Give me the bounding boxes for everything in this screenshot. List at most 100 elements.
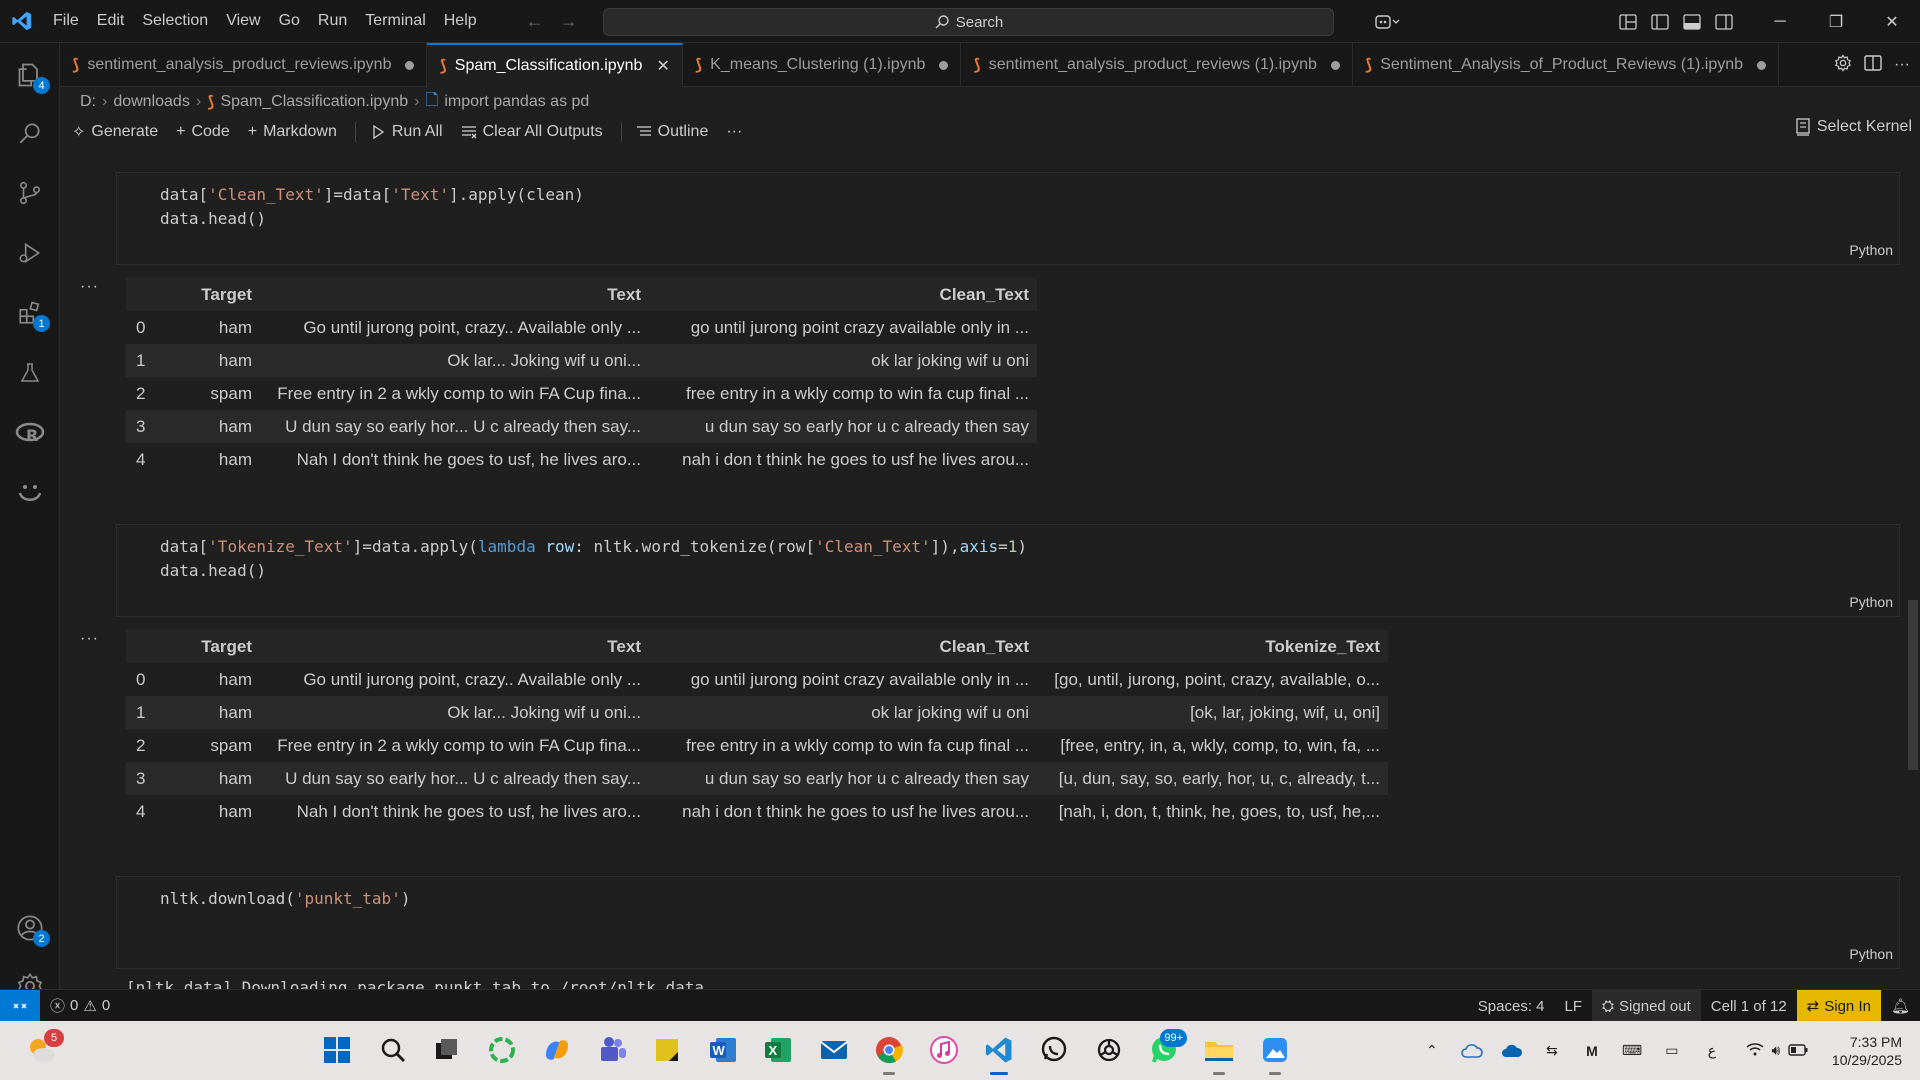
extensions-icon[interactable]: 1 <box>0 288 60 338</box>
taskbar-search-icon[interactable] <box>374 1031 412 1069</box>
toggle-secondary-sidebar-icon[interactable] <box>1708 6 1740 38</box>
vscode-taskbar-icon[interactable] <box>980 1031 1018 1075</box>
code-editor[interactable]: data['Tokenize_Text']=data.apply(lambda … <box>117 525 1899 583</box>
menu-file[interactable]: File <box>44 12 88 30</box>
outline-button[interactable]: Outline <box>636 123 708 141</box>
unsaved-dot-icon[interactable] <box>939 60 949 70</box>
add-code-button[interactable]: + Code <box>176 123 230 141</box>
signed-out-status[interactable]: ⛭ Signed out <box>1592 990 1701 1022</box>
minimize-button[interactable]: ─ <box>1752 0 1808 43</box>
code-editor[interactable]: nltk.download('punkt_tab') <box>117 877 1899 911</box>
task-view-icon[interactable] <box>428 1031 466 1069</box>
search-view-icon[interactable] <box>0 108 60 158</box>
sliders-icon[interactable]: ⇆ <box>1532 1042 1572 1059</box>
add-markdown-button[interactable]: + Markdown <box>248 123 337 141</box>
chatgpt-icon[interactable] <box>1090 1031 1128 1069</box>
customize-layout-icon[interactable] <box>1612 6 1644 38</box>
breadcrumb-file[interactable]: Spam_Classification.ipynb <box>220 93 408 111</box>
whatsapp-desktop-icon[interactable] <box>1035 1031 1073 1069</box>
gmail-icon[interactable]: M <box>1572 1043 1612 1059</box>
menu-go[interactable]: Go <box>270 12 309 30</box>
battery-saver-icon[interactable]: ▭ <box>1652 1042 1692 1059</box>
input-language[interactable]: ع <box>1692 1042 1732 1059</box>
unsaved-dot-icon[interactable] <box>1330 60 1340 70</box>
source-control-icon[interactable] <box>0 168 60 218</box>
excel-icon[interactable]: X <box>759 1031 797 1069</box>
network-volume-battery[interactable]: 🔊︎ <box>1732 1042 1822 1059</box>
testing-flask-icon[interactable] <box>0 348 60 398</box>
settings-gear-icon[interactable] <box>1834 54 1852 76</box>
copilot-chat-icon[interactable] <box>0 468 60 518</box>
copilot-icon[interactable] <box>1362 6 1412 38</box>
chevron-up-icon[interactable]: ⌃ <box>1412 1042 1452 1059</box>
menu-edit[interactable]: Edit <box>88 12 134 30</box>
clear-all-outputs-button[interactable]: Clear All Outputs <box>461 123 603 141</box>
tab-kmeans-clustering[interactable]: ⟆ K_means_Clustering (1).ipynb <box>683 43 962 87</box>
cell-language[interactable]: Python <box>1849 242 1893 258</box>
output-more-icon[interactable]: ··· <box>80 278 99 296</box>
whatsapp-icon[interactable]: 99+ <box>1145 1029 1187 1069</box>
unsaved-dot-icon[interactable] <box>1757 60 1767 70</box>
notifications-bell-icon[interactable]: 🔔︎ <box>1881 990 1920 1022</box>
file-explorer-icon[interactable] <box>1200 1031 1238 1075</box>
explorer-icon[interactable]: 4 <box>0 50 60 100</box>
sign-in-button[interactable]: ⇄ Sign In <box>1796 990 1881 1022</box>
menu-run[interactable]: Run <box>309 12 356 30</box>
generate-button[interactable]: ✧ Generate <box>72 122 158 142</box>
problems-indicator[interactable]: ⓧ 0 ⚠ 0 <box>40 990 120 1022</box>
chrome-icon[interactable] <box>870 1031 908 1075</box>
cell-position-status[interactable]: Cell 1 of 12 <box>1701 990 1797 1022</box>
onedrive-sync-icon[interactable] <box>1452 1043 1492 1059</box>
mail-icon[interactable] <box>815 1031 853 1069</box>
cell-language[interactable]: Python <box>1849 946 1893 962</box>
onedrive-icon[interactable] <box>1492 1043 1532 1059</box>
breadcrumb-cell[interactable]: import pandas as pd <box>444 93 589 111</box>
tab-sentiment-analysis-of-product-reviews[interactable]: ⟆ Sentiment_Analysis_of_Product_Reviews … <box>1353 43 1780 87</box>
forward-arrow-icon[interactable]: → <box>560 11 578 32</box>
keyboard-icon[interactable]: ⌨ <box>1612 1042 1652 1059</box>
tab-spam-classification[interactable]: ⟆ Spam_Classification.ipynb ✕ <box>427 43 683 87</box>
eol-status[interactable]: LF <box>1555 990 1593 1022</box>
close-window-button[interactable]: ✕ <box>1864 0 1920 43</box>
code-cell-2[interactable]: data['Tokenize_Text']=data.apply(lambda … <box>116 524 1900 617</box>
breadcrumb-folder[interactable]: downloads <box>113 93 190 111</box>
itunes-icon[interactable] <box>925 1031 963 1069</box>
more-actions-icon[interactable]: ··· <box>1894 56 1910 74</box>
teams-icon[interactable] <box>594 1031 632 1069</box>
cell-language[interactable]: Python <box>1849 594 1893 610</box>
split-editor-icon[interactable] <box>1864 55 1882 75</box>
unsaved-dot-icon[interactable] <box>405 60 415 70</box>
tab-sentiment-analysis-1[interactable]: ⟆ sentiment_analysis_product_reviews (1)… <box>961 43 1353 87</box>
weather-widget-icon[interactable]: 5 <box>22 1029 64 1069</box>
word-icon[interactable]: W <box>704 1031 742 1069</box>
restore-button[interactable]: ❐ <box>1808 0 1864 43</box>
vertical-scrollbar[interactable] <box>1908 600 1918 770</box>
menu-selection[interactable]: Selection <box>133 12 217 30</box>
menu-terminal[interactable]: Terminal <box>356 12 434 30</box>
breadcrumb-drive[interactable]: D: <box>80 93 96 111</box>
app-green-ring-icon[interactable] <box>483 1031 521 1069</box>
toggle-primary-sidebar-icon[interactable] <box>1644 6 1676 38</box>
start-windows-icon[interactable] <box>318 1031 356 1069</box>
run-debug-icon[interactable] <box>0 228 60 278</box>
select-kernel-button[interactable]: Select Kernel <box>1796 118 1912 136</box>
tab-sentiment-analysis[interactable]: ⟆ sentiment_analysis_product_reviews.ipy… <box>60 43 428 87</box>
menu-view[interactable]: View <box>217 12 269 30</box>
output-more-icon[interactable]: ··· <box>80 630 99 648</box>
clock[interactable]: 7:33 PM 10/29/2025 <box>1822 1033 1920 1069</box>
toggle-panel-icon[interactable] <box>1676 6 1708 38</box>
command-center-search[interactable]: Search <box>603 8 1334 36</box>
r-language-icon[interactable]: R <box>0 408 60 458</box>
indentation-status[interactable]: Spaces: 4 <box>1468 990 1555 1022</box>
run-all-button[interactable]: Run All <box>370 123 443 141</box>
code-cell-1[interactable]: data['Clean_Text']=data['Text'].apply(cl… <box>116 172 1900 265</box>
code-cell-3[interactable]: nltk.download('punkt_tab') Python <box>116 876 1900 969</box>
remote-indicator-icon[interactable] <box>0 989 40 1022</box>
toolbar-more-button[interactable]: ··· <box>726 123 742 141</box>
close-tab-icon[interactable]: ✕ <box>656 56 669 76</box>
code-editor[interactable]: data['Clean_Text']=data['Text'].apply(cl… <box>117 173 1899 231</box>
photos-icon[interactable] <box>1256 1031 1294 1075</box>
back-arrow-icon[interactable]: ← <box>526 11 544 32</box>
menu-help[interactable]: Help <box>435 12 486 30</box>
sticky-notes-icon[interactable] <box>648 1031 686 1069</box>
